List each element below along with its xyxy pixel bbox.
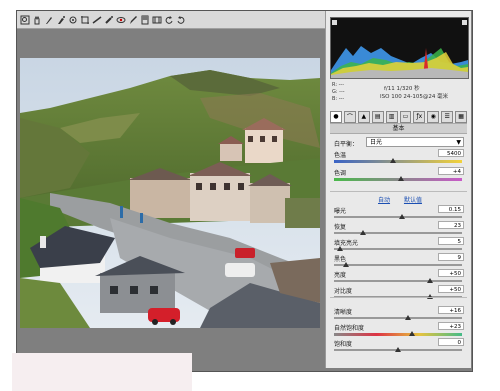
slider-row: 亮度 +50 xyxy=(334,269,466,286)
slider-knob[interactable] xyxy=(409,331,416,336)
slider-value-field[interactable]: 9 xyxy=(438,253,464,261)
tab-presets-icon[interactable]: ☰ xyxy=(441,110,454,123)
rgb-g: G: --- xyxy=(332,89,345,95)
slider-track[interactable] xyxy=(334,160,462,163)
slider-value-field[interactable]: +50 xyxy=(438,285,464,293)
white-balance-label: 白平衡： xyxy=(334,141,359,148)
slider-knob[interactable] xyxy=(395,347,401,352)
slider-row: 色温 5400 xyxy=(334,149,466,166)
spot-removal-icon[interactable] xyxy=(104,15,114,25)
tab-hsl-icon[interactable]: ▤ xyxy=(371,110,384,123)
white-balance-value: 日光 xyxy=(370,139,383,146)
white-balance-icon[interactable] xyxy=(44,15,54,25)
slider-value-field[interactable]: 0.15 xyxy=(438,205,464,213)
straighten-icon[interactable] xyxy=(92,15,102,25)
slider-value-field[interactable]: +16 xyxy=(438,306,464,314)
slider-track[interactable] xyxy=(334,317,462,319)
slider-knob[interactable] xyxy=(337,246,344,251)
slider-value-field[interactable]: +23 xyxy=(438,322,464,330)
photo-preview[interactable] xyxy=(20,58,320,328)
histogram xyxy=(330,17,469,79)
slider-label: 清晰度 xyxy=(334,309,353,316)
tab-basic-icon[interactable]: ● xyxy=(330,110,342,123)
histogram-graph xyxy=(331,20,468,78)
rgb-b: B: --- xyxy=(332,96,345,102)
slider-label: 自然饱和度 xyxy=(334,325,365,332)
slider-label: 饱和度 xyxy=(334,341,353,348)
color-sampler-icon[interactable] xyxy=(56,15,66,25)
gradient-icon[interactable] xyxy=(140,15,150,25)
slider-value-field[interactable]: +50 xyxy=(438,269,464,277)
slider-label: 曝光 xyxy=(334,208,347,215)
divider xyxy=(330,191,467,192)
slider-knob[interactable] xyxy=(360,230,367,235)
divider xyxy=(330,297,467,298)
slider-row: 恢复 23 xyxy=(334,221,466,238)
slider-row: 曝光 0.15 xyxy=(334,205,466,222)
chevron-down-icon: ▼ xyxy=(456,139,461,146)
rotate-right-icon[interactable] xyxy=(176,15,186,25)
slider-row: 自然饱和度 +23 xyxy=(334,322,466,339)
prefs-icon[interactable] xyxy=(152,15,162,25)
slider-knob[interactable] xyxy=(405,315,412,320)
tab-snapshots-icon[interactable]: ▦ xyxy=(455,110,468,123)
camera-info: R: --- G: --- B: --- f/11 1/320 秒 ISO 10… xyxy=(332,81,467,107)
slider-track[interactable] xyxy=(334,264,462,266)
slider-row: 色调 +4 xyxy=(334,167,466,184)
slider-value-field[interactable]: 0 xyxy=(438,338,464,346)
caption-placeholder xyxy=(12,353,192,391)
slider-row: 清晰度 +16 xyxy=(334,306,466,323)
slider-value-field[interactable]: 23 xyxy=(438,221,464,229)
slider-row: 黑色 9 xyxy=(334,253,466,270)
hand-icon[interactable] xyxy=(32,15,42,25)
adjustment-panel: R: --- G: --- B: --- f/11 1/320 秒 ISO 10… xyxy=(325,11,471,368)
iso-lens: ISO 100 24-105@24 毫米 xyxy=(380,94,449,100)
slider-value-field[interactable]: 5 xyxy=(438,237,464,245)
toolbar xyxy=(17,11,327,29)
slider-track[interactable] xyxy=(334,232,462,234)
slider-value-field[interactable]: 5400 xyxy=(438,149,464,157)
photo-illustration xyxy=(20,58,320,328)
slider-knob[interactable] xyxy=(389,158,396,163)
slider-knob[interactable] xyxy=(427,278,433,283)
slider-track[interactable] xyxy=(334,333,462,336)
tab-camera-calibration-icon[interactable]: ◉ xyxy=(427,110,440,123)
slider-label: 对比度 xyxy=(334,288,353,295)
rotate-left-icon[interactable] xyxy=(164,15,174,25)
red-eye-icon[interactable] xyxy=(116,15,126,25)
slider-value-field[interactable]: +4 xyxy=(438,167,464,175)
slider-label: 色温 xyxy=(334,152,347,159)
tab-split-toning-icon[interactable]: ▥ xyxy=(385,110,398,123)
white-balance-select[interactable]: 日光 ▼ xyxy=(366,137,464,147)
tab-lens-icon[interactable]: ▭ xyxy=(399,110,412,123)
zoom-icon[interactable] xyxy=(20,15,30,25)
adjust-brush-icon[interactable] xyxy=(128,15,138,25)
slider-row: 填充亮光 5 xyxy=(334,237,466,254)
tab-effects-icon[interactable]: ƒx xyxy=(413,110,426,123)
slider-knob[interactable] xyxy=(397,176,404,181)
slider-label: 恢复 xyxy=(334,224,347,231)
slider-row: 饱和度 0 xyxy=(334,338,466,355)
slider-label: 色调 xyxy=(334,170,347,177)
section-title: 基本 xyxy=(330,123,467,134)
rgb-readout: R: --- G: --- B: --- xyxy=(332,82,345,103)
tab-tone-curve-icon[interactable]: ⌒ xyxy=(343,110,356,123)
crop-icon[interactable] xyxy=(80,15,90,25)
auto-default-links: 自动 默认值 xyxy=(334,195,466,204)
slider-knob[interactable] xyxy=(342,262,349,267)
target-adjust-icon[interactable] xyxy=(68,15,78,25)
rgb-r: R: --- xyxy=(332,82,345,88)
panel-tabs: ● ⌒ ▲ ▤ ▥ ▭ ƒx ◉ ☰ ▦ xyxy=(330,110,468,123)
default-link[interactable]: 默认值 xyxy=(404,197,422,204)
slider-track[interactable] xyxy=(334,280,462,282)
slider-row: 对比度 +50 xyxy=(334,285,466,302)
slider-knob[interactable] xyxy=(398,214,405,219)
auto-link[interactable]: 自动 xyxy=(378,197,390,204)
slider-label: 亮度 xyxy=(334,272,347,279)
aperture-shutter: f/11 1/320 秒 xyxy=(384,86,420,92)
tab-detail-icon[interactable]: ▲ xyxy=(357,110,370,123)
slider-track[interactable] xyxy=(334,248,462,250)
